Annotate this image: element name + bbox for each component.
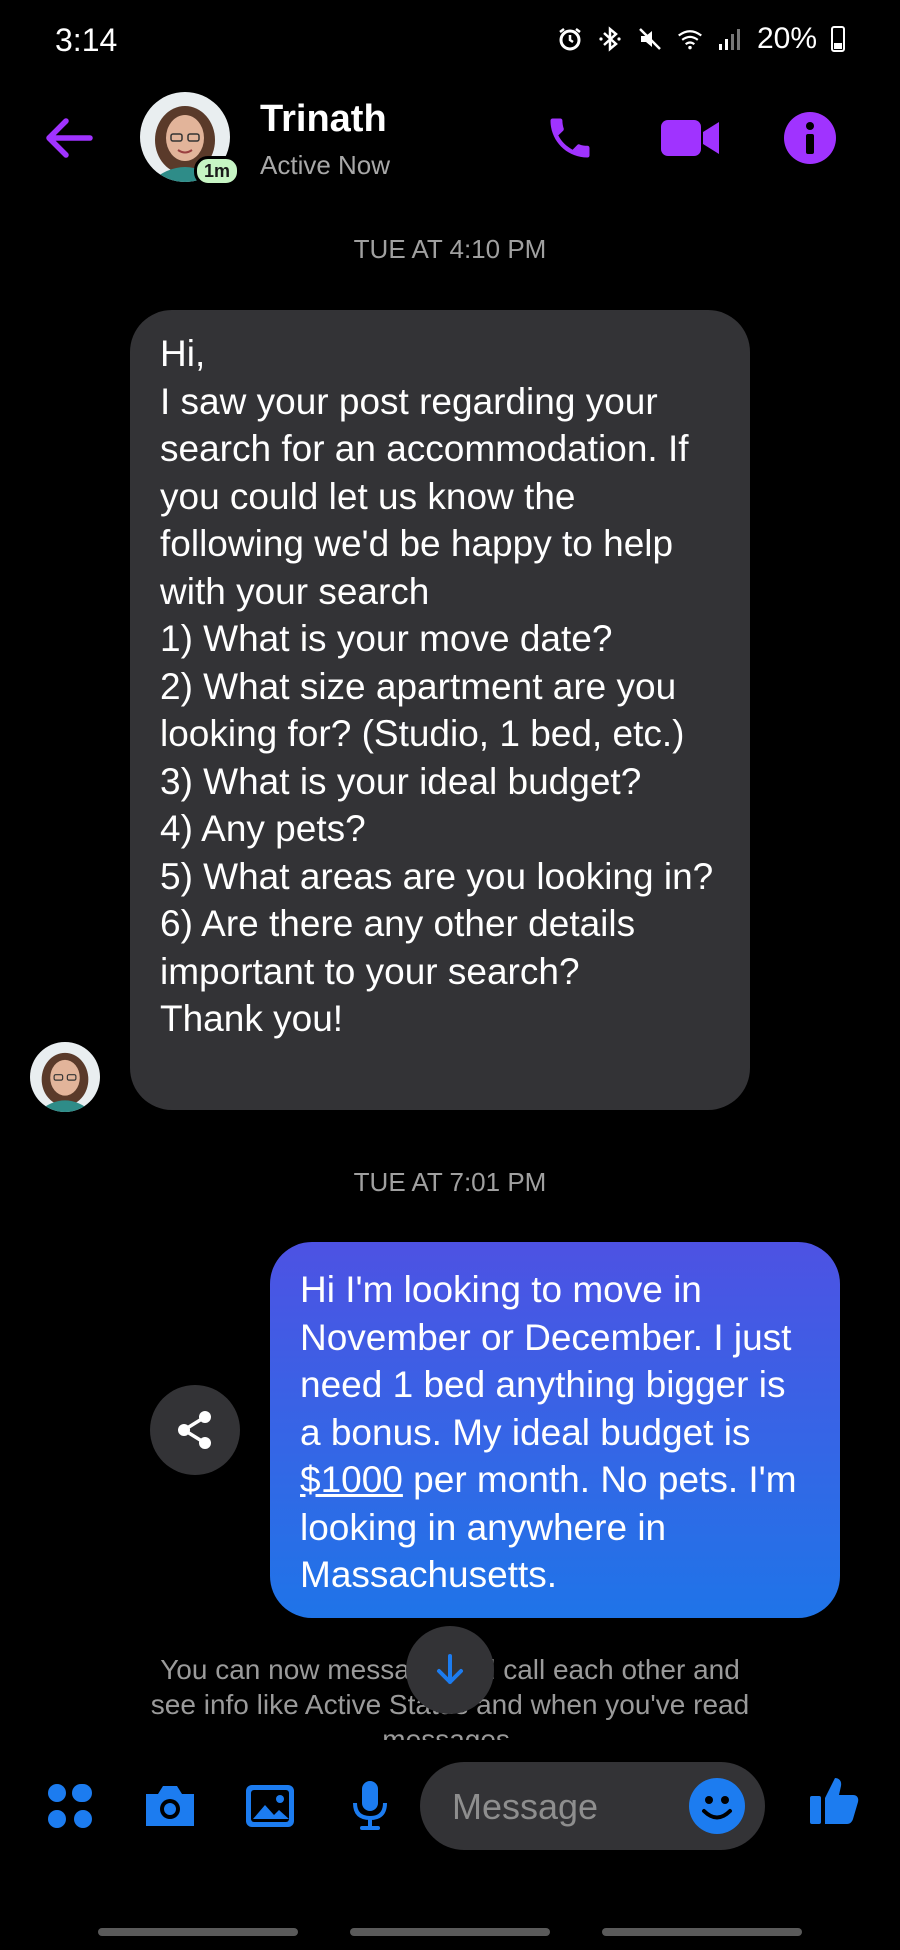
battery-icon [831, 26, 845, 52]
emoji-icon [702, 1796, 732, 1820]
sender-avatar[interactable] [30, 1042, 100, 1112]
back-arrow-icon [46, 118, 93, 158]
video-camera-icon [661, 120, 719, 156]
battery-percent: 20% [756, 22, 817, 55]
active-status: Active Now [260, 150, 391, 180]
apps-grid-icon [48, 1784, 92, 1828]
voice-call-button[interactable] [535, 105, 605, 171]
bluetooth-icon [597, 26, 623, 52]
emoji-button[interactable] [689, 1778, 745, 1834]
wifi-icon [677, 26, 703, 52]
message-input[interactable] [450, 1762, 674, 1852]
video-call-button[interactable] [655, 105, 725, 171]
phone-icon [550, 118, 590, 158]
back-button[interactable] [38, 108, 98, 168]
nav-pill-center [350, 1928, 550, 1936]
nav-pill-left [98, 1928, 298, 1936]
nav-pill-right [602, 1928, 802, 1936]
signal-icon [717, 26, 743, 52]
incoming-message-bubble[interactable]: Hi, I saw your post regarding your searc… [130, 310, 750, 1110]
alarm-icon [557, 26, 583, 52]
mute-icon [637, 26, 663, 52]
status-time: 3:14 [55, 22, 118, 58]
scroll-to-bottom-button[interactable] [406, 1626, 494, 1714]
image-icon [246, 1785, 294, 1827]
active-time-badge: 1m [194, 156, 241, 186]
voice-message-button[interactable] [340, 1778, 400, 1834]
budget-link[interactable]: $1000 [300, 1459, 403, 1500]
camera-icon [146, 1786, 194, 1826]
outgoing-message-bubble[interactable]: Hi I'm looking to move in November or De… [270, 1242, 840, 1618]
message-composer[interactable] [420, 1762, 765, 1852]
share-button[interactable] [150, 1385, 240, 1475]
microphone-icon [353, 1781, 387, 1830]
like-button[interactable] [805, 1772, 865, 1828]
timestamp-1: TUE AT 4:10 PM [353, 234, 547, 264]
share-icon [178, 1411, 211, 1449]
gallery-button[interactable] [240, 1778, 300, 1834]
info-button[interactable] [775, 105, 845, 171]
contact-name[interactable]: Trinath [260, 98, 387, 141]
status-icons: 20% [557, 22, 845, 56]
more-actions-button[interactable] [40, 1778, 100, 1834]
thumbs-up-icon [810, 1778, 859, 1824]
timestamp-2: TUE AT 7:01 PM [353, 1167, 547, 1197]
arrow-down-icon [437, 1654, 463, 1684]
camera-button[interactable] [140, 1778, 200, 1834]
outgoing-text-start: Hi I'm looking to move in November or De… [300, 1269, 792, 1453]
info-icon [784, 112, 836, 164]
sender-photo [30, 1042, 100, 1112]
